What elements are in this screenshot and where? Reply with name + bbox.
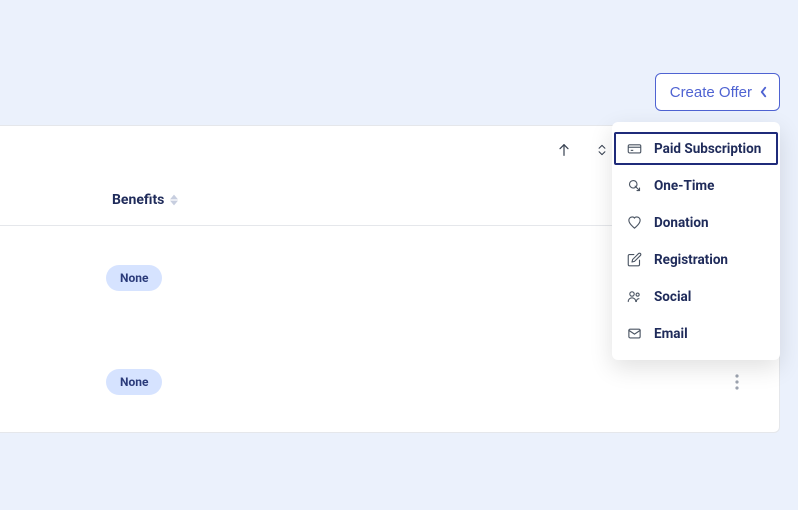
benefits-badge: None — [106, 265, 162, 291]
create-offer-button[interactable]: Create Offer — [655, 73, 780, 111]
people-icon — [626, 289, 642, 305]
menu-item-one-time[interactable]: One-Time — [612, 167, 780, 204]
menu-item-label: Email — [654, 326, 688, 342]
more-actions-icon[interactable] — [735, 374, 739, 390]
column-header-label: Benefits — [112, 192, 164, 208]
mail-icon — [626, 326, 642, 342]
menu-item-paid-subscription[interactable]: Paid Subscription — [612, 130, 780, 167]
column-header-benefits[interactable]: Benefits — [112, 192, 178, 208]
edit-icon — [626, 252, 642, 268]
menu-item-donation[interactable]: Donation — [612, 204, 780, 241]
create-offer-menu: Paid Subscription One-Time Donation Regi… — [612, 122, 780, 360]
menu-item-label: One-Time — [654, 178, 714, 194]
click-icon — [626, 178, 642, 194]
menu-item-label: Social — [654, 289, 691, 305]
menu-item-label: Donation — [654, 215, 709, 231]
menu-item-label: Registration — [654, 252, 728, 268]
menu-item-email[interactable]: Email — [612, 315, 780, 352]
menu-item-registration[interactable]: Registration — [612, 241, 780, 278]
expand-sort-icon[interactable] — [593, 141, 611, 159]
menu-item-label: Paid Subscription — [654, 141, 761, 157]
heart-icon — [626, 215, 642, 231]
menu-item-social[interactable]: Social — [612, 278, 780, 315]
card-icon — [626, 141, 642, 157]
arrow-up-icon[interactable] — [555, 141, 573, 159]
create-offer-label: Create Offer — [670, 84, 752, 101]
sort-icon — [170, 194, 178, 206]
chevron-left-icon — [760, 86, 767, 98]
benefits-badge: None — [106, 369, 162, 395]
